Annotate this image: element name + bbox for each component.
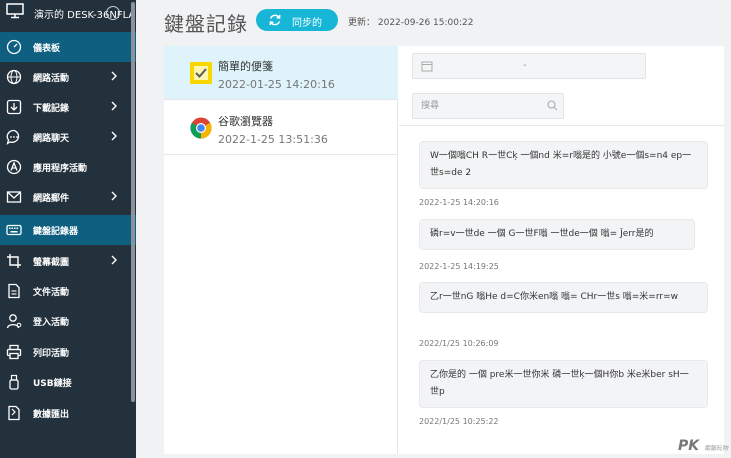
sidebar-item-label: 文件活動 [33, 288, 70, 298]
monitor-icon [6, 3, 24, 19]
keystroke-time: 2022/1/25 10:26:09 [419, 339, 499, 348]
keystroke-time: 2022-1-25 14:19:25 [419, 262, 499, 271]
sidebar-item-dashboard[interactable]: 儀表板 [0, 32, 136, 62]
sidebar-item-label: 鍵盤記錄器 [33, 227, 79, 237]
sidebar-item-web-activity[interactable]: 網路活動 [0, 62, 136, 92]
globe-icon [6, 69, 22, 85]
sync-icon [269, 14, 281, 26]
keystroke-time: 2022-1-25 14:20:16 [419, 198, 499, 207]
sidebar-item-screenshots[interactable]: 螢幕截圖 [0, 246, 136, 276]
watermark-sub: 電腦玩物 [703, 445, 728, 452]
sidebar-item-label: 螢幕截圖 [33, 258, 70, 268]
sidebar-item-usb[interactable]: USB鏈接 [0, 367, 136, 397]
chrome-icon [190, 117, 212, 139]
sidebar-item-label: 下載記錄 [33, 104, 70, 114]
search-icon[interactable] [547, 100, 558, 111]
chevron-right-icon [111, 71, 117, 81]
device-header[interactable]: 演示的 DESK-36NFLA [0, 0, 136, 30]
file-icon [8, 283, 20, 299]
last-updated: 更新： 2022-09-26 15:00:22 [348, 18, 474, 28]
sidebar-item-label: 登入活動 [33, 318, 70, 328]
sidebar-item-label: 網路聊天 [33, 134, 70, 144]
calendar-icon [421, 61, 433, 72]
sidebar-item-label: 應用程序活動 [33, 164, 88, 174]
device-name: 演示的 DESK-36NFLA [34, 10, 136, 21]
date-separator: - [523, 60, 527, 71]
sidebar: 演示的 DESK-36NFLA 儀表板 網路活動 下載記錄 網路聊天 應用程序活… [0, 0, 136, 458]
app-date: 2022-1-25 13:51:36 [218, 133, 328, 146]
crop-icon [7, 254, 21, 268]
keystroke-message: W一個嗡CH R一世Cķ 一個nd 米=r嗡是的 小號e一個s=n4 ep一世s… [419, 141, 708, 189]
chevron-right-icon [111, 191, 117, 201]
chat-icon [6, 129, 20, 145]
sidebar-item-app-activity[interactable]: 應用程序活動 [0, 152, 136, 182]
sidebar-item-label: USB鏈接 [33, 379, 72, 389]
keystroke-message: 乙你是的 一個 pre米一世你米 磷一世ķ一個H你b 米e米ber sH一世p [419, 360, 708, 408]
date-range-field[interactable]: - [412, 53, 646, 79]
sync-button-label: 同步的 [292, 18, 322, 29]
sidebar-item-login-activity[interactable]: 登入活動 [0, 306, 136, 336]
watermark-logo: PK 電腦玩物 [678, 438, 728, 454]
keystroke-message: 乙r一世nG 嗡He d=C你米en嗡 嗡= CHr一世s 嗡=米=rr=w [419, 282, 708, 313]
sidebar-item-label: 網路郵件 [33, 194, 70, 204]
chevron-right-icon [111, 131, 117, 141]
keystroke-message: 磷r=v一世de 一個 G一世F嗡 一世de一個 嗡= Ĵerr是的 [419, 219, 695, 250]
keystroke-time: 2022/1/25 10:25:22 [419, 417, 499, 426]
sidebar-item-label: 數據匯出 [33, 410, 70, 420]
printer-icon [6, 344, 22, 360]
user-icon [6, 314, 22, 329]
list-item[interactable]: 簡單的便箋 2022-01-25 14:20:16 [164, 46, 398, 100]
sidebar-item-label: 列印活動 [33, 349, 70, 359]
sidebar-item-web-mail[interactable]: 網路郵件 [0, 182, 136, 212]
sidebar-item-print-activity[interactable]: 列印活動 [0, 337, 136, 367]
app-icon [6, 159, 22, 175]
filter-toolbar: - [399, 46, 724, 126]
mail-icon [6, 191, 22, 203]
search-input[interactable] [421, 99, 541, 113]
search-field[interactable] [412, 93, 564, 119]
app-list: 簡單的便箋 2022-01-25 14:20:16 谷歌瀏覽器 2022-1-2… [164, 46, 398, 454]
sidebar-item-downloads[interactable]: 下載記錄 [0, 92, 136, 122]
list-item[interactable]: 谷歌瀏覽器 2022-1-25 13:51:36 [164, 101, 398, 155]
app-name: 簡單的便箋 [218, 60, 273, 73]
chevron-right-icon [111, 255, 117, 265]
download-icon [6, 99, 22, 115]
sync-button[interactable]: 同步的 [256, 9, 338, 31]
app-name: 谷歌瀏覽器 [218, 115, 273, 128]
watermark-main: PK [678, 438, 700, 454]
chevron-right-icon [111, 101, 117, 111]
sidebar-scrollbar[interactable] [131, 2, 135, 402]
keyboard-icon [6, 224, 22, 236]
sidebar-item-file-activity[interactable]: 文件活動 [0, 276, 136, 306]
keystroke-detail: - W一個嗡CH R一世Cķ 一個nd 米=r嗡是的 小號e一個s=n4 ep一… [399, 46, 724, 454]
sidebar-item-keylogger[interactable]: 鍵盤記錄器 [0, 215, 136, 245]
dashboard-icon [6, 39, 22, 55]
sidebar-item-data-export[interactable]: 數據匯出 [0, 398, 136, 428]
app-date: 2022-01-25 14:20:16 [218, 78, 335, 91]
usb-icon [9, 374, 19, 390]
sticky-notes-icon [190, 62, 212, 84]
sidebar-item-web-chat[interactable]: 網路聊天 [0, 122, 136, 152]
page-title: 鍵盤記錄 [164, 12, 248, 36]
main-panel: 簡單的便箋 2022-01-25 14:20:16 谷歌瀏覽器 2022-1-2… [164, 46, 724, 454]
export-icon [8, 405, 20, 421]
sidebar-item-label: 儀表板 [33, 44, 61, 54]
sidebar-item-label: 網路活動 [33, 74, 70, 84]
device-menu-icon[interactable] [106, 6, 120, 20]
